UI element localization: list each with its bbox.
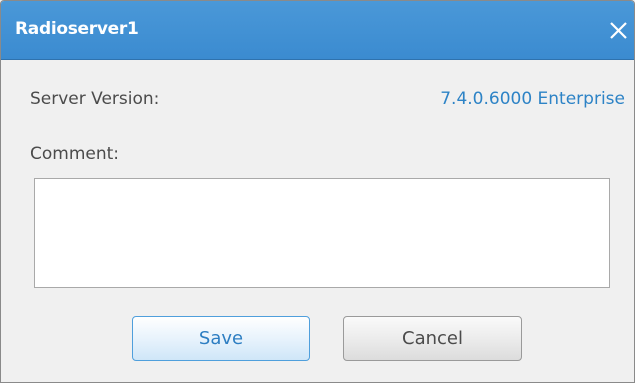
dialog-title: Radioserver1 [15,19,139,39]
cancel-button[interactable]: Cancel [343,316,522,361]
server-version-value: 7.4.0.6000 Enterprise [440,89,625,109]
comment-input[interactable] [34,178,610,288]
close-button[interactable] [604,15,634,45]
dialog-titlebar[interactable]: Radioserver1 [1,1,634,60]
server-version-label: Server Version: [30,89,160,109]
comment-label: Comment: [30,144,120,164]
close-icon [610,22,627,39]
server-dialog: Radioserver1 Server Version: 7.4.0.6000 … [0,0,635,383]
cancel-button-label: Cancel [402,328,463,349]
save-button-label: Save [198,328,244,349]
save-button[interactable]: Save [132,316,310,361]
